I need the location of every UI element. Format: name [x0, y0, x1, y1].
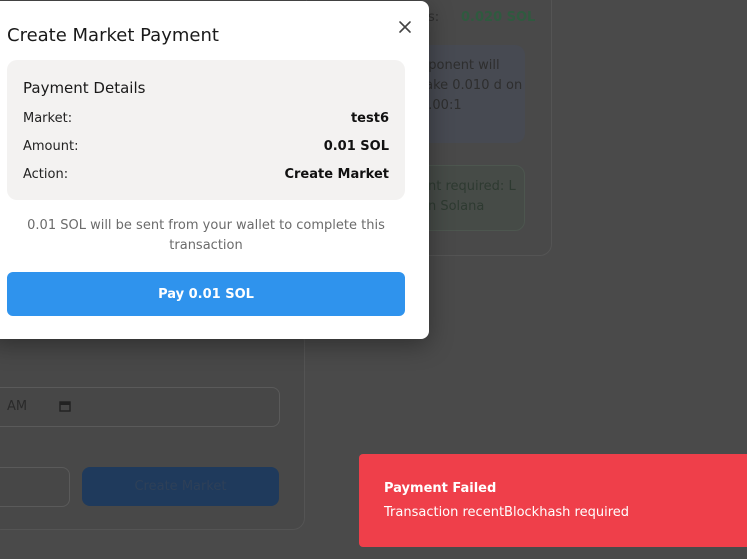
pay-button[interactable]: Pay 0.01 SOL: [7, 272, 405, 316]
payment-modal: Create Market Payment Payment Details Ma…: [0, 1, 429, 339]
payment-details-heading: Payment Details: [23, 79, 146, 97]
calendar-icon[interactable]: [59, 400, 71, 412]
error-toast[interactable]: Payment Failed Transaction recentBlockha…: [359, 454, 747, 547]
fees-value: 0.020 SOL: [461, 10, 536, 25]
close-icon[interactable]: [395, 17, 415, 37]
market-value: test6: [350, 111, 389, 126]
modal-title: Create Market Payment: [7, 25, 219, 46]
cancel-button[interactable]: [0, 467, 70, 507]
payment-info-text: 0.01 SOL will be sent from your wallet t…: [27, 218, 385, 253]
market-label: Market:: [23, 111, 73, 126]
opponent-info-text: pponent will take 0.010 d on 1.00:1: [420, 58, 523, 113]
end-date-input[interactable]: [0, 387, 280, 427]
action-value: Create Market: [284, 167, 389, 182]
toast-message: Transaction recentBlockhash required: [384, 505, 630, 520]
amount-value: 0.01 SOL: [323, 139, 389, 154]
action-label: Action:: [23, 167, 69, 182]
amount-label: Amount:: [23, 139, 79, 154]
toast-title: Payment Failed: [384, 481, 497, 496]
payment-details-box: Payment Details Market: test6 Amount: 0.…: [7, 60, 405, 200]
date-input-text: AM: [7, 399, 28, 414]
payment-required-text: ent required: L on Solana: [420, 179, 516, 214]
create-market-button[interactable]: Create Market: [82, 467, 279, 506]
